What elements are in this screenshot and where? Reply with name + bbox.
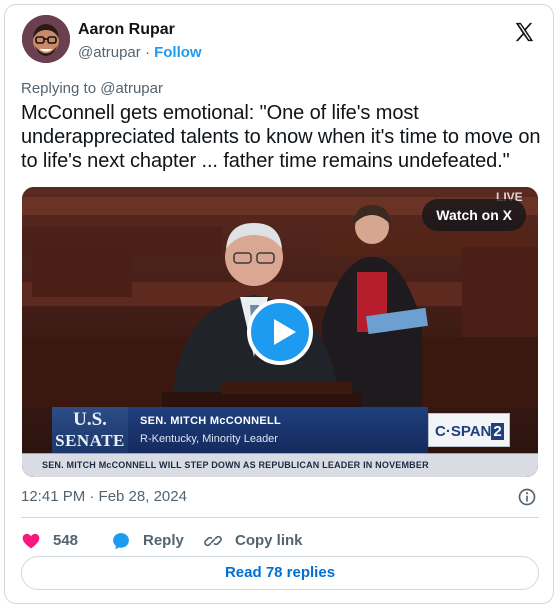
chyron-role: R-Kentucky, Minority Leader: [140, 433, 278, 445]
follow-button[interactable]: Follow: [154, 44, 202, 61]
replying-prefix: Replying to: [21, 80, 97, 97]
x-logo-icon[interactable]: [513, 21, 535, 43]
tweet-timestamp[interactable]: 12:41 PM · Feb 28, 2024: [21, 488, 187, 505]
tv-chyron: U.S. SENATE SEN. MITCH McCONNELL R-Kentu…: [22, 407, 538, 457]
tweet-text: McConnell gets emotional: "One of life's…: [21, 102, 541, 172]
replying-handle[interactable]: @atrupar: [100, 80, 163, 97]
avatar-image: [22, 15, 70, 63]
chyron-name: SEN. MITCH McCONNELL: [140, 415, 282, 427]
cspan-logo-text: C·SPAN 2: [435, 423, 504, 440]
play-icon: [274, 319, 296, 345]
author-meta: @atrupar · Follow: [78, 44, 202, 61]
reply-label: Reply: [143, 532, 184, 549]
author-avatar[interactable]: [22, 15, 70, 63]
cspan-network: C·SPAN: [435, 423, 492, 440]
chyron-name-box: SEN. MITCH McCONNELL R-Kentucky, Minorit…: [128, 407, 428, 457]
video-player[interactable]: LIVE Watch on X U.S. SENATE SEN. MITCH M…: [22, 187, 538, 477]
info-icon[interactable]: [517, 487, 537, 507]
news-ticker: SEN. MITCH McCONNELL WILL STEP DOWN AS R…: [22, 453, 538, 477]
play-button[interactable]: [247, 299, 313, 365]
cspan-logo: C·SPAN 2: [428, 413, 510, 447]
senate-logo-word: SENATE: [55, 431, 125, 450]
meta-separator: ·: [144, 44, 150, 61]
tweet-card: Aaron Rupar @atrupar · Follow Replying t…: [4, 4, 554, 604]
like-button[interactable]: 548: [21, 526, 91, 556]
action-bar: 548 Reply Copy link: [21, 526, 541, 556]
senate-logo: U.S. SENATE: [52, 407, 128, 457]
reply-button[interactable]: Reply: [111, 526, 191, 556]
like-count: 548: [53, 532, 79, 549]
reply-context: Replying to @atrupar: [21, 80, 163, 97]
copy-link-button[interactable]: Copy link: [203, 526, 313, 556]
author-name[interactable]: Aaron Rupar: [78, 21, 175, 39]
copy-link-label: Copy link: [235, 532, 303, 549]
speech-bubble-icon: [113, 533, 129, 550]
heart-icon: [22, 533, 40, 549]
read-replies-button[interactable]: Read 78 replies: [21, 556, 539, 590]
cspan-number: 2: [491, 423, 504, 440]
link-icon: [204, 535, 222, 547]
watch-on-x-button[interactable]: Watch on X: [422, 199, 526, 231]
senate-logo-us: U.S.: [73, 409, 107, 430]
ticker-text: SEN. MITCH McCONNELL WILL STEP DOWN AS R…: [42, 460, 429, 470]
divider: [21, 517, 539, 518]
author-handle[interactable]: @atrupar: [78, 44, 141, 61]
